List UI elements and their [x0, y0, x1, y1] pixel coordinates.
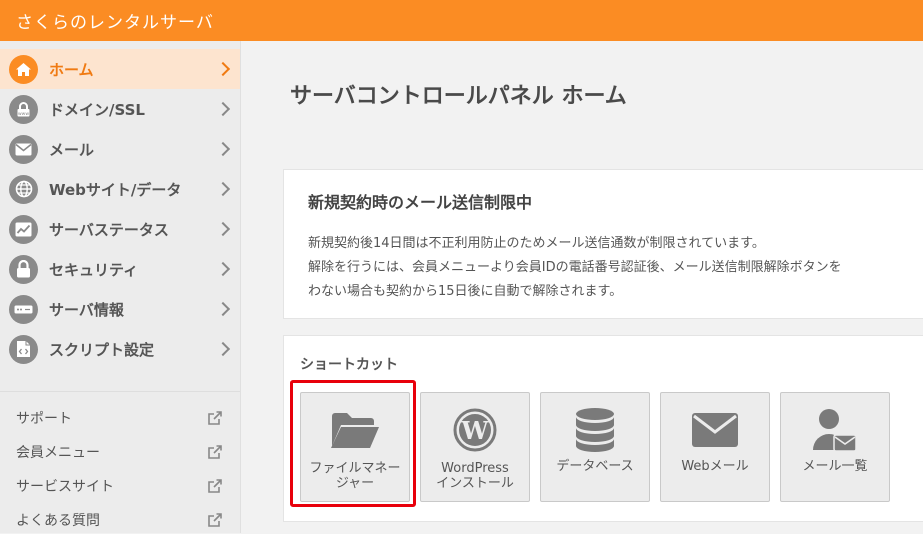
shortcut-file-manager[interactable]: ファイルマネー ジャー — [300, 392, 410, 502]
shortcut-label: データベース — [556, 459, 634, 474]
app-title[interactable]: さくらのレンタルサーバ — [16, 8, 214, 33]
chevron-right-icon — [215, 61, 231, 77]
external-link-icon — [207, 444, 223, 464]
svg-text:W: W — [461, 416, 490, 445]
mail-limit-notice: 新規契約時のメール送信制限中 新規契約後14日間は不正利用防止のためメール送信通… — [283, 169, 923, 319]
sidebar-link-support[interactable]: サポート — [0, 402, 240, 432]
chevron-right-icon — [215, 141, 231, 157]
sidebar-item-label: サーバ情報 — [49, 300, 124, 319]
user-mail-icon — [781, 407, 889, 453]
chevron-right-icon — [215, 261, 231, 277]
shortcut-webmail[interactable]: Webメール — [660, 392, 770, 502]
chart-icon — [9, 214, 38, 244]
sidebar-item-security[interactable]: セキュリティ — [0, 249, 240, 289]
svg-text:www: www — [18, 112, 29, 117]
sidebar-item-website-data[interactable]: Webサイト/データ — [0, 169, 240, 209]
sidebar-divider — [0, 391, 240, 392]
lock-icon — [9, 254, 38, 284]
sidebar-item-script-settings[interactable]: スクリプト設定 — [0, 329, 240, 369]
chevron-right-icon — [215, 181, 231, 197]
sidebar-item-server-info[interactable]: サーバ情報 — [0, 289, 240, 329]
sidebar-item-label: Webサイト/データ — [49, 180, 182, 199]
chevron-right-icon — [215, 301, 231, 317]
external-link-icon — [207, 410, 223, 430]
database-icon — [541, 407, 649, 453]
notice-text: 新規契約後14日間は不正利用防止のためメール送信通数が制限されています。 — [308, 236, 765, 251]
folder-icon — [301, 407, 409, 453]
sidebar-link-label: サポート — [16, 411, 72, 427]
sidebar-item-label: メール — [49, 140, 95, 159]
sidebar-item-label: スクリプト設定 — [49, 340, 155, 359]
sidebar: ホーム www ドメイン/SSL メール Webサイト/データ サーバステータス — [0, 41, 241, 533]
sidebar-link-label: よくある質問 — [16, 513, 100, 529]
shortcut-title: ショートカット — [300, 357, 398, 373]
sidebar-link-member-menu[interactable]: 会員メニュー — [0, 436, 240, 466]
envelope-icon — [661, 407, 769, 453]
shortcut-wordpress-install[interactable]: W WordPress インストール — [420, 392, 530, 502]
sidebar-link-label: サービスサイト — [16, 479, 114, 495]
globe-icon — [9, 174, 38, 204]
sidebar-item-label: ドメイン/SSL — [49, 100, 145, 119]
lock-www-icon: www — [9, 94, 38, 124]
sidebar-item-home[interactable]: ホーム — [0, 49, 240, 89]
home-icon — [9, 54, 38, 84]
sidebar-item-domain-ssl[interactable]: www ドメイン/SSL — [0, 89, 240, 129]
shortcut-label: メール一覧 — [802, 459, 868, 474]
server-icon — [9, 294, 38, 324]
script-icon — [9, 334, 38, 364]
shortcut-label: Webメール — [681, 459, 749, 474]
external-link-icon — [207, 512, 223, 532]
sidebar-item-label: サーバステータス — [49, 220, 169, 239]
shortcut-label: ファイルマネー ジャー — [309, 461, 401, 491]
wordpress-icon: W — [421, 407, 529, 453]
shortcut-database[interactable]: データベース — [540, 392, 650, 502]
notice-text: 解除を行うには、会員メニューより会員IDの電話番号認証後、メール送信制限解除ボタ… — [308, 260, 842, 275]
sidebar-item-label: ホーム — [49, 60, 94, 79]
chevron-right-icon — [215, 101, 231, 117]
sidebar-link-service-site[interactable]: サービスサイト — [0, 470, 240, 500]
shortcut-mail-list[interactable]: メール一覧 — [780, 392, 890, 502]
sidebar-link-label: 会員メニュー — [16, 445, 100, 461]
external-link-icon — [207, 478, 223, 498]
sidebar-item-mail[interactable]: メール — [0, 129, 240, 169]
mail-icon — [9, 134, 38, 164]
sidebar-item-label: セキュリティ — [49, 260, 139, 279]
chevron-right-icon — [215, 341, 231, 357]
shortcut-panel: ショートカット ファイルマネー ジャー W WordPress インストール デ… — [283, 335, 923, 522]
chevron-right-icon — [215, 221, 231, 237]
page-title: サーバコントロールパネル ホーム — [290, 84, 627, 109]
top-bar: さくらのレンタルサーバ — [0, 0, 923, 41]
notice-text: わない場合も契約から15日後に自動で解除されます。 — [308, 284, 623, 299]
notice-title: 新規契約時のメール送信制限中 — [308, 193, 533, 212]
sidebar-link-faq[interactable]: よくある質問 — [0, 504, 240, 534]
sidebar-item-server-status[interactable]: サーバステータス — [0, 209, 240, 249]
shortcut-label: WordPress インストール — [436, 461, 514, 491]
